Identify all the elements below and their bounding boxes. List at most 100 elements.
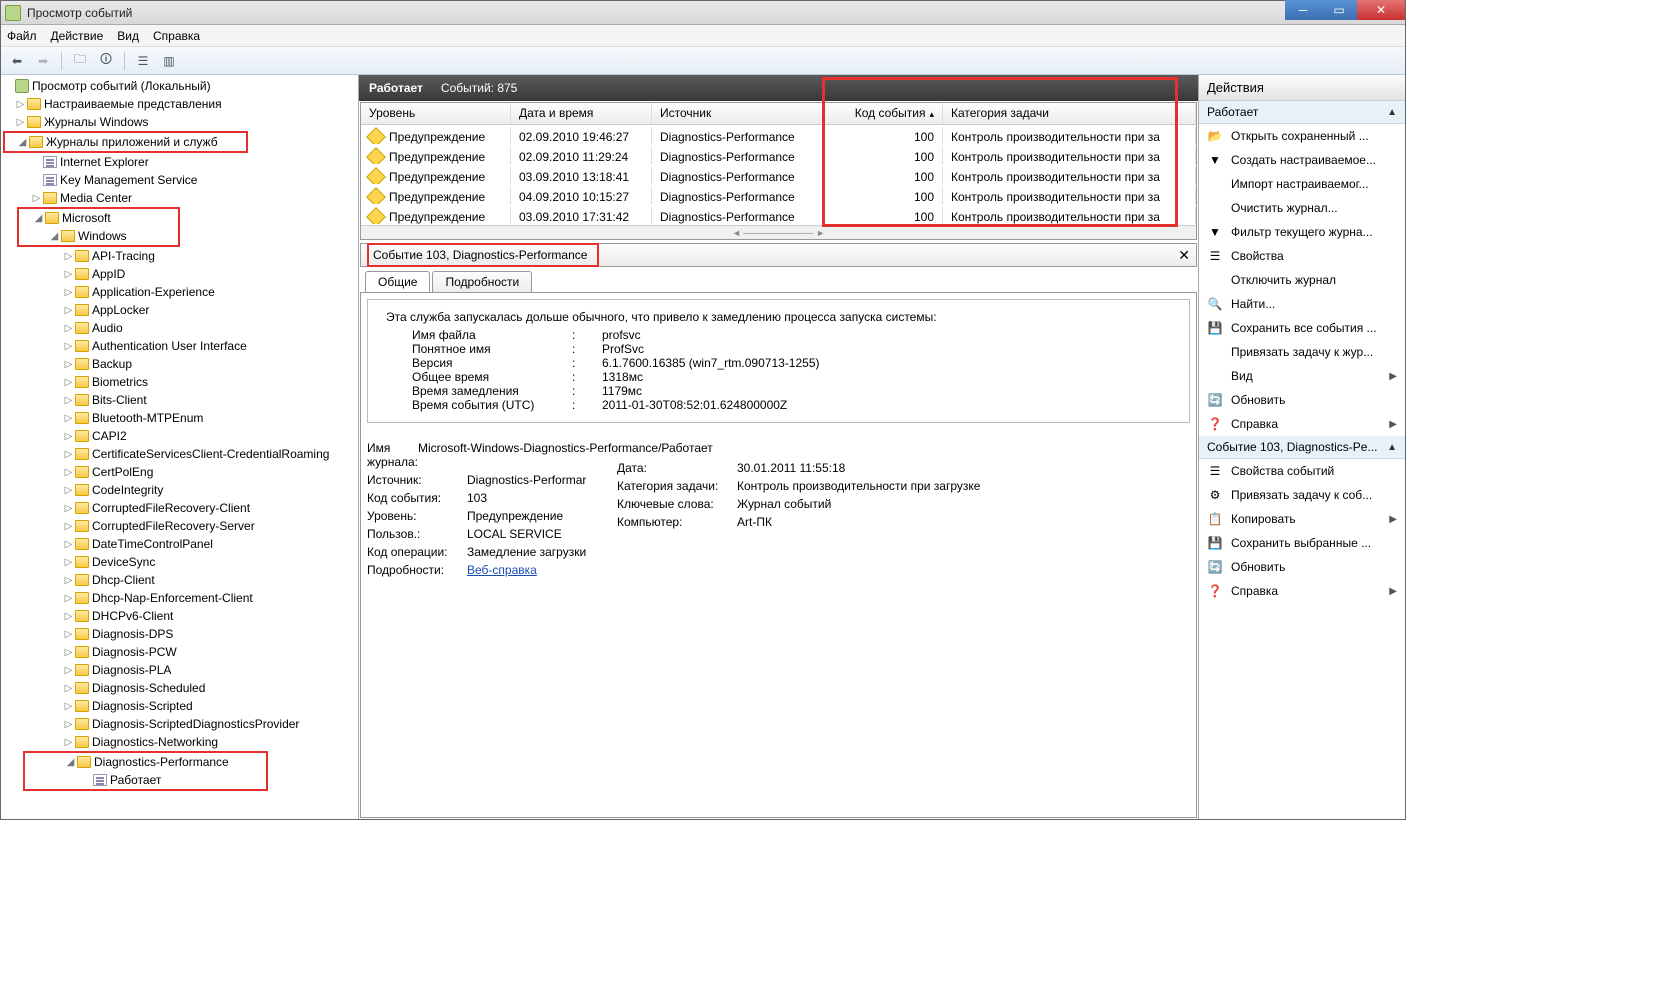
toolbar-btn-3[interactable]: ☰ [133, 51, 153, 71]
tree-item-application-experience[interactable]: ▷Application-Experience [1, 283, 358, 301]
action-item[interactable]: 📋Копировать▶ [1199, 507, 1405, 531]
tree-item-applocker[interactable]: ▷AppLocker [1, 301, 358, 319]
action-item[interactable]: Очистить журнал... [1199, 196, 1405, 220]
event-row[interactable]: Предупреждение03.09.2010 13:18:41Diagnos… [361, 165, 1196, 185]
tree-item-dhcpv6-client[interactable]: ▷DHCPv6-Client [1, 607, 358, 625]
tree-custom-views[interactable]: ▷Настраиваемые представления [1, 95, 358, 113]
action-label: Свойства событий [1231, 464, 1334, 478]
tree-kms[interactable]: Key Management Service [1, 171, 358, 189]
back-button[interactable]: ⬅ [7, 51, 27, 71]
menu-file[interactable]: Файл [7, 29, 37, 43]
action-item[interactable]: ❓Справка▶ [1199, 412, 1405, 436]
action-item[interactable]: ▼Фильтр текущего журна... [1199, 220, 1405, 244]
action-item[interactable]: 💾Сохранить все события ... [1199, 316, 1405, 340]
tree-microsoft[interactable]: ◢Microsoft [19, 209, 178, 227]
action-item[interactable]: Отключить журнал [1199, 268, 1405, 292]
detail-field-value: 2011-01-30T08:52:01.624800000Z [602, 398, 787, 412]
maximize-button[interactable]: ▭ [1321, 0, 1357, 20]
tree-item-biometrics[interactable]: ▷Biometrics [1, 373, 358, 391]
tree-item-diagnosis-dps[interactable]: ▷Diagnosis-DPS [1, 625, 358, 643]
action-item[interactable]: 🔄Обновить [1199, 388, 1405, 412]
event-row[interactable]: Предупреждение02.09.2010 19:46:27Diagnos… [361, 125, 1196, 145]
action-item[interactable]: ☰Свойства событий [1199, 459, 1405, 483]
prop-value: Контроль производительности при загрузке [737, 479, 980, 493]
tree-item-backup[interactable]: ▷Backup [1, 355, 358, 373]
action-item[interactable]: Привязать задачу к жур... [1199, 340, 1405, 364]
tree-item-bluetooth-mtpenum[interactable]: ▷Bluetooth-MTPEnum [1, 409, 358, 427]
toolbar-btn-4[interactable]: ▥ [159, 51, 179, 71]
tree-root[interactable]: Просмотр событий (Локальный) [1, 77, 358, 95]
col-level[interactable]: Уровень [361, 103, 511, 124]
col-source[interactable]: Источник [652, 103, 824, 124]
action-item[interactable]: 📂Открыть сохраненный ... [1199, 124, 1405, 148]
tree-item-corruptedfilerecovery-server[interactable]: ▷CorruptedFileRecovery-Server [1, 517, 358, 535]
tree-mc[interactable]: ▷Media Center [1, 189, 358, 207]
action-item[interactable]: ☰Свойства [1199, 244, 1405, 268]
tree-item-authentication-user-interface[interactable]: ▷Authentication User Interface [1, 337, 358, 355]
tree-item-dhcp-nap-enforcement-client[interactable]: ▷Dhcp-Nap-Enforcement-Client [1, 589, 358, 607]
tree-item-diagnosis-scheduled[interactable]: ▷Diagnosis-Scheduled [1, 679, 358, 697]
tree-item-corruptedfilerecovery-client[interactable]: ▷CorruptedFileRecovery-Client [1, 499, 358, 517]
tree-item-dhcp-client[interactable]: ▷Dhcp-Client [1, 571, 358, 589]
tree-item-appid[interactable]: ▷AppID [1, 265, 358, 283]
tree-windows[interactable]: ◢Windows [19, 227, 178, 245]
web-help-link[interactable]: Веб-справка [467, 563, 537, 577]
tree-item-certificateservicesclient-credentialroaming[interactable]: ▷CertificateServicesClient-CredentialRoa… [1, 445, 358, 463]
tree-operational[interactable]: Работает [25, 771, 266, 789]
tree-item-api-tracing[interactable]: ▷API-Tracing [1, 247, 358, 265]
action-item[interactable]: ▼Создать настраиваемое... [1199, 148, 1405, 172]
menu-view[interactable]: Вид [117, 29, 139, 43]
tree-item-datetimecontrolpanel[interactable]: ▷DateTimeControlPanel [1, 535, 358, 553]
tree-ie[interactable]: Internet Explorer [1, 153, 358, 171]
tree-item-diagnosis-scripteddiagnosticsprovider[interactable]: ▷Diagnosis-ScriptedDiagnosticsProvider [1, 715, 358, 733]
tree-item-diagnosis-pcw[interactable]: ▷Diagnosis-PCW [1, 643, 358, 661]
detail-field-key: Время замедления [412, 384, 572, 398]
tree-item-audio[interactable]: ▷Audio [1, 319, 358, 337]
tab-details[interactable]: Подробности [432, 271, 532, 292]
forward-button[interactable]: ➡ [33, 51, 53, 71]
tree-item-diagnosis-scripted[interactable]: ▷Diagnosis-Scripted [1, 697, 358, 715]
tree-item-diagnosis-pla[interactable]: ▷Diagnosis-PLA [1, 661, 358, 679]
tree-item-diagnostics-networking[interactable]: ▷Diagnostics-Networking [1, 733, 358, 751]
menu-help[interactable]: Справка [153, 29, 200, 43]
event-row[interactable]: Предупреждение04.09.2010 10:15:27Diagnos… [361, 185, 1196, 205]
tree-pane[interactable]: Просмотр событий (Локальный) ▷Настраивае… [1, 75, 359, 819]
minimize-button[interactable]: ─ [1285, 0, 1321, 20]
tree-item-certpoleng[interactable]: ▷CertPolEng [1, 463, 358, 481]
action-item[interactable]: Вид▶ [1199, 364, 1405, 388]
refresh-icon: 🔄 [1207, 559, 1223, 575]
event-row[interactable]: Предупреждение03.09.2010 17:31:42Diagnos… [361, 205, 1196, 225]
grid-columns[interactable]: Уровень Дата и время Источник Код событи… [361, 103, 1196, 125]
action-label: Привязать задачу к жур... [1231, 345, 1373, 359]
tree-item-codeintegrity[interactable]: ▷CodeIntegrity [1, 481, 358, 499]
detail-close-button[interactable]: ✕ [1178, 247, 1190, 264]
horizontal-scrollbar[interactable]: ◄ ─────────── ► [361, 225, 1196, 239]
save-icon: 💾 [1207, 535, 1223, 551]
toolbar-btn-1[interactable]: 🗀 [70, 51, 90, 71]
tree-app-logs[interactable]: ◢Журналы приложений и служб [5, 133, 246, 151]
event-grid[interactable]: Уровень Дата и время Источник Код событи… [360, 102, 1197, 240]
tree-item-devicesync[interactable]: ▷DeviceSync [1, 553, 358, 571]
toolbar-btn-2[interactable]: 🛈 [96, 51, 116, 71]
tree-item-bits-client[interactable]: ▷Bits-Client [1, 391, 358, 409]
prop-value: 30.01.2011 11:55:18 [737, 461, 845, 475]
col-category[interactable]: Категория задачи [943, 103, 1196, 124]
tree-diagnostics-performance[interactable]: ◢Diagnostics-Performance [25, 753, 266, 771]
menu-action[interactable]: Действие [51, 29, 104, 43]
event-row[interactable]: Предупреждение02.09.2010 11:29:24Diagnos… [361, 145, 1196, 165]
tree-win-logs[interactable]: ▷Журналы Windows [1, 113, 358, 131]
actions-section-1[interactable]: Работает▲ [1199, 101, 1405, 124]
tree-item-capi2[interactable]: ▷CAPI2 [1, 427, 358, 445]
col-date[interactable]: Дата и время [511, 103, 652, 124]
action-item[interactable]: 🔍Найти... [1199, 292, 1405, 316]
tab-general[interactable]: Общие [365, 271, 430, 292]
action-item[interactable]: 💾Сохранить выбранные ... [1199, 531, 1405, 555]
app-icon [5, 5, 21, 21]
action-item[interactable]: 🔄Обновить [1199, 555, 1405, 579]
actions-section-2[interactable]: Событие 103, Diagnostics-Pe...▲ [1199, 436, 1405, 459]
close-button[interactable]: ✕ [1357, 0, 1405, 20]
action-item[interactable]: ❓Справка▶ [1199, 579, 1405, 603]
col-event-id[interactable]: Код события▴ [824, 103, 943, 124]
action-item[interactable]: ⚙Привязать задачу к соб... [1199, 483, 1405, 507]
action-item[interactable]: Импорт настраиваемог... [1199, 172, 1405, 196]
